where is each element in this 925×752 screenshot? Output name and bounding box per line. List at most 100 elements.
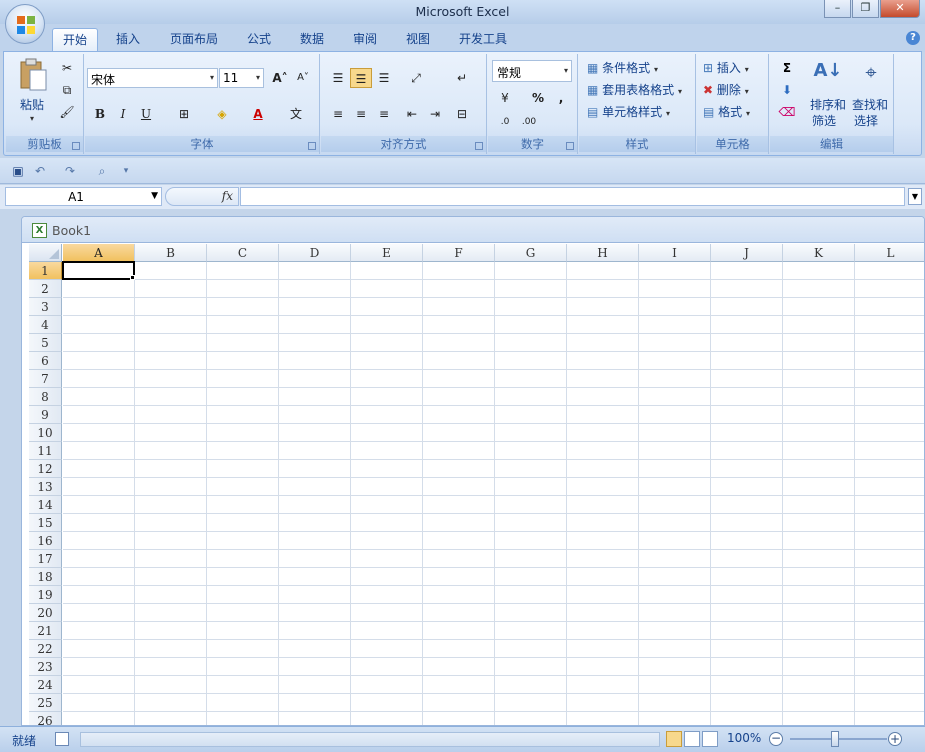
paste-icon[interactable]	[18, 58, 48, 92]
row-header-7[interactable]: 7	[29, 370, 62, 388]
tab-insert[interactable]: 插入	[108, 28, 148, 52]
paste-dropdown-icon[interactable]: ▾	[30, 114, 34, 123]
align-right-icon[interactable]: ≡	[373, 104, 395, 124]
table-format-button[interactable]: ▦ 套用表格格式 ▾	[587, 81, 682, 98]
name-box[interactable]: A1 ▼	[5, 187, 162, 206]
cell-area[interactable]	[63, 262, 924, 725]
select-all-button[interactable]	[29, 244, 62, 262]
print-preview-icon[interactable]: ⌕	[94, 163, 110, 179]
row-header-6[interactable]: 6	[29, 352, 62, 370]
row-header-2[interactable]: 2	[29, 280, 62, 298]
macro-record-icon[interactable]	[55, 732, 69, 746]
chevron-down-icon[interactable]: ▼	[151, 191, 158, 201]
merge-center-icon[interactable]: ⊟	[451, 104, 473, 124]
row-header-26[interactable]: 26	[29, 712, 62, 725]
row-header-10[interactable]: 10	[29, 424, 62, 442]
formula-input[interactable]	[240, 187, 905, 206]
align-middle-icon[interactable]: ☰	[350, 68, 372, 88]
row-header-11[interactable]: 11	[29, 442, 62, 460]
font-size-select[interactable]: 11 ▾	[219, 68, 264, 88]
row-header-9[interactable]: 9	[29, 406, 62, 424]
fill-color-icon[interactable]: ◈	[211, 104, 233, 124]
undo-icon[interactable]: ↶	[32, 163, 48, 179]
tab-home[interactable]: 开始	[52, 28, 98, 52]
decrease-decimal-icon[interactable]: .00	[518, 112, 540, 132]
binoculars-icon[interactable]: ⌖	[856, 60, 886, 90]
column-header-b[interactable]: B	[135, 244, 207, 262]
column-header-d[interactable]: D	[279, 244, 351, 262]
column-header-j[interactable]: J	[711, 244, 783, 262]
row-header-1[interactable]: 1	[29, 262, 62, 280]
format-painter-icon[interactable]: 🖌	[56, 102, 78, 122]
close-button[interactable]: ✕	[880, 0, 920, 18]
restore-button[interactable]: ❐	[852, 0, 879, 18]
save-icon[interactable]: ▣	[10, 163, 26, 179]
font-launcher-icon[interactable]	[308, 142, 316, 150]
insert-cells-button[interactable]: ⊞ 插入 ▾	[703, 59, 749, 76]
clipboard-launcher-icon[interactable]	[72, 142, 80, 150]
page-break-view-icon[interactable]	[702, 731, 718, 747]
tab-formulas[interactable]: 公式	[239, 28, 279, 52]
align-bottom-icon[interactable]: ☰	[373, 68, 395, 88]
column-header-f[interactable]: F	[423, 244, 495, 262]
row-header-19[interactable]: 19	[29, 586, 62, 604]
expand-formula-bar-icon[interactable]: ▼	[908, 188, 922, 205]
row-header-25[interactable]: 25	[29, 694, 62, 712]
sort-filter-button[interactable]: 排序和	[810, 96, 846, 113]
borders-icon[interactable]: ⊞	[173, 104, 195, 124]
office-button[interactable]	[5, 4, 45, 44]
zoom-level[interactable]: 100%	[727, 731, 761, 745]
column-header-a[interactable]: A	[63, 244, 135, 262]
increase-indent-icon[interactable]: ⇥	[424, 104, 446, 124]
tab-data[interactable]: 数据	[292, 28, 332, 52]
find-select-button[interactable]: 查找和	[852, 96, 888, 113]
row-header-15[interactable]: 15	[29, 514, 62, 532]
redo-icon[interactable]: ↷	[62, 163, 78, 179]
help-icon[interactable]: ?	[906, 31, 920, 45]
page-layout-view-icon[interactable]	[684, 731, 700, 747]
increase-decimal-icon[interactable]: .0	[494, 112, 516, 132]
sort-filter-icon[interactable]: A↓	[810, 60, 846, 90]
column-header-g[interactable]: G	[495, 244, 567, 262]
font-color-icon[interactable]: A	[247, 104, 269, 124]
align-top-icon[interactable]: ☰	[327, 68, 349, 88]
tab-developer[interactable]: 开发工具	[452, 28, 514, 52]
align-center-icon[interactable]: ≡	[350, 104, 372, 124]
column-header-l[interactable]: L	[855, 244, 924, 262]
percent-button[interactable]: %	[527, 88, 549, 108]
autosum-icon[interactable]: Σ	[776, 58, 798, 78]
row-header-8[interactable]: 8	[29, 388, 62, 406]
row-header-16[interactable]: 16	[29, 532, 62, 550]
row-header-14[interactable]: 14	[29, 496, 62, 514]
row-header-17[interactable]: 17	[29, 550, 62, 568]
shrink-font-icon[interactable]: A˅	[292, 68, 314, 88]
active-cell[interactable]	[62, 261, 135, 280]
copy-icon[interactable]: ⧉	[56, 80, 78, 100]
zoom-slider-thumb[interactable]	[831, 731, 839, 747]
normal-view-icon[interactable]	[666, 731, 682, 747]
column-header-k[interactable]: K	[783, 244, 855, 262]
column-header-h[interactable]: H	[567, 244, 639, 262]
orientation-icon[interactable]: ⤢	[405, 68, 427, 88]
column-header-c[interactable]: C	[207, 244, 279, 262]
row-header-13[interactable]: 13	[29, 478, 62, 496]
number-format-select[interactable]: 常规 ▾	[492, 60, 572, 82]
fill-handle[interactable]	[130, 275, 135, 280]
row-header-23[interactable]: 23	[29, 658, 62, 676]
column-header-e[interactable]: E	[351, 244, 423, 262]
sort-filter-button-line2[interactable]: 筛选	[812, 112, 836, 129]
minimize-button[interactable]: –	[824, 0, 851, 18]
cell-styles-button[interactable]: ▤ 单元格样式 ▾	[587, 103, 670, 120]
row-header-20[interactable]: 20	[29, 604, 62, 622]
bold-button[interactable]: B	[89, 104, 111, 124]
align-left-icon[interactable]: ≡	[327, 104, 349, 124]
number-launcher-icon[interactable]	[566, 142, 574, 150]
decrease-indent-icon[interactable]: ⇤	[401, 104, 423, 124]
customize-qat-icon[interactable]: ▾	[118, 163, 134, 179]
row-header-12[interactable]: 12	[29, 460, 62, 478]
row-header-24[interactable]: 24	[29, 676, 62, 694]
horizontal-scrollbar[interactable]	[80, 732, 660, 747]
font-name-select[interactable]: 宋体 ▾	[87, 68, 218, 88]
conditional-format-button[interactable]: ▦ 条件格式 ▾	[587, 59, 658, 76]
fill-icon[interactable]: ⬇	[776, 80, 798, 100]
